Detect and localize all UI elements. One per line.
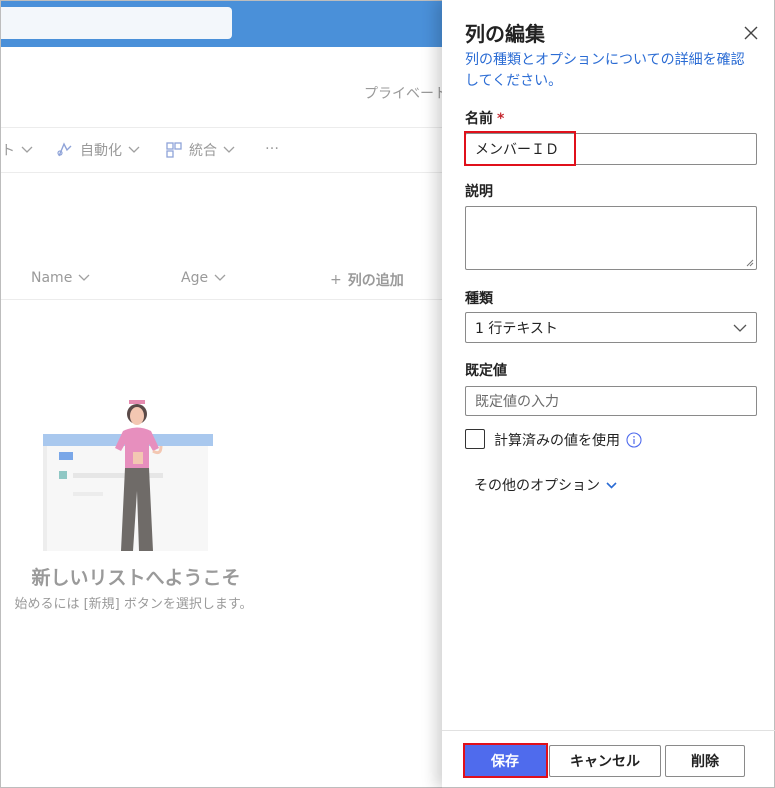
edit-column-panel: 列の編集 列の種類とオプションについての詳細を確認してください。 名前 * メンバ… xyxy=(442,0,775,788)
calculated-value-checkbox[interactable] xyxy=(465,429,485,449)
name-field-value: メンバーＩＤ xyxy=(475,142,559,158)
command-partial[interactable]: ト xyxy=(1,140,33,160)
type-select[interactable]: 1 行テキスト xyxy=(465,312,757,343)
delete-button[interactable]: 削除 xyxy=(665,745,745,777)
chevron-down-icon xyxy=(214,274,226,281)
type-select-value: 1 行テキスト xyxy=(475,320,558,337)
panel-footer: 保存 キャンセル 削除 xyxy=(442,730,775,788)
calculated-value-label: 計算済みの値を使用 xyxy=(494,433,620,449)
privacy-label: プライベート xyxy=(364,86,448,102)
plus-icon: + xyxy=(330,272,342,288)
welcome-subtitle: 始めるには [新規] ボタンを選択します。 xyxy=(14,597,253,612)
type-label: 種類 xyxy=(465,291,493,307)
automate-icon xyxy=(57,142,72,157)
cancel-button[interactable]: キャンセル xyxy=(549,745,661,777)
default-value-placeholder: 既定値の入力 xyxy=(475,394,559,410)
chevron-down-icon xyxy=(223,146,235,153)
column-header-name-label: Name xyxy=(31,270,73,286)
chevron-down-icon xyxy=(733,324,747,332)
help-link[interactable]: 列の種類とオプションについての詳細を確認してください。 xyxy=(465,50,755,92)
add-column-label: 列の追加 xyxy=(347,273,404,289)
command-partial-label: ト xyxy=(1,143,15,159)
integrate-icon xyxy=(166,142,182,158)
chevron-down-icon xyxy=(21,146,33,153)
default-value-label: 既定値 xyxy=(465,363,507,379)
name-label: 名前 * xyxy=(465,108,504,128)
more-commands-button[interactable]: … xyxy=(265,137,281,153)
resize-grip-icon[interactable] xyxy=(746,259,754,267)
save-button[interactable]: 保存 xyxy=(463,745,547,777)
close-icon[interactable] xyxy=(742,24,760,42)
description-field[interactable] xyxy=(465,206,757,270)
default-value-field[interactable]: 既定値の入力 xyxy=(465,386,757,416)
command-automate[interactable]: 自動化 xyxy=(56,140,140,160)
column-header-age[interactable]: Age xyxy=(181,270,226,286)
chevron-down-icon xyxy=(128,146,140,153)
column-header-name[interactable]: Name xyxy=(31,270,90,286)
required-mark: * xyxy=(497,111,505,127)
column-header-age-label: Age xyxy=(181,270,209,286)
name-label-text: 名前 xyxy=(465,111,493,127)
command-automate-label: 自動化 xyxy=(80,143,122,159)
welcome-title: 新しいリストへようこそ xyxy=(31,567,241,589)
chevron-down-icon xyxy=(606,481,617,489)
info-icon[interactable] xyxy=(626,432,642,448)
more-options-toggle[interactable]: その他のオプション xyxy=(474,475,617,495)
add-column-button[interactable]: + 列の追加 xyxy=(330,270,404,290)
chevron-down-icon xyxy=(78,274,90,281)
more-options-label: その他のオプション xyxy=(474,478,600,494)
command-integrate-label: 統合 xyxy=(189,143,217,159)
search-box[interactable] xyxy=(1,7,232,39)
more-icon: … xyxy=(265,137,281,153)
description-label: 説明 xyxy=(465,184,493,200)
name-field[interactable]: メンバーＩＤ xyxy=(465,133,757,165)
panel-title: 列の編集 xyxy=(465,22,545,46)
welcome-illustration xyxy=(43,400,213,551)
command-integrate[interactable]: 統合 xyxy=(165,140,235,160)
